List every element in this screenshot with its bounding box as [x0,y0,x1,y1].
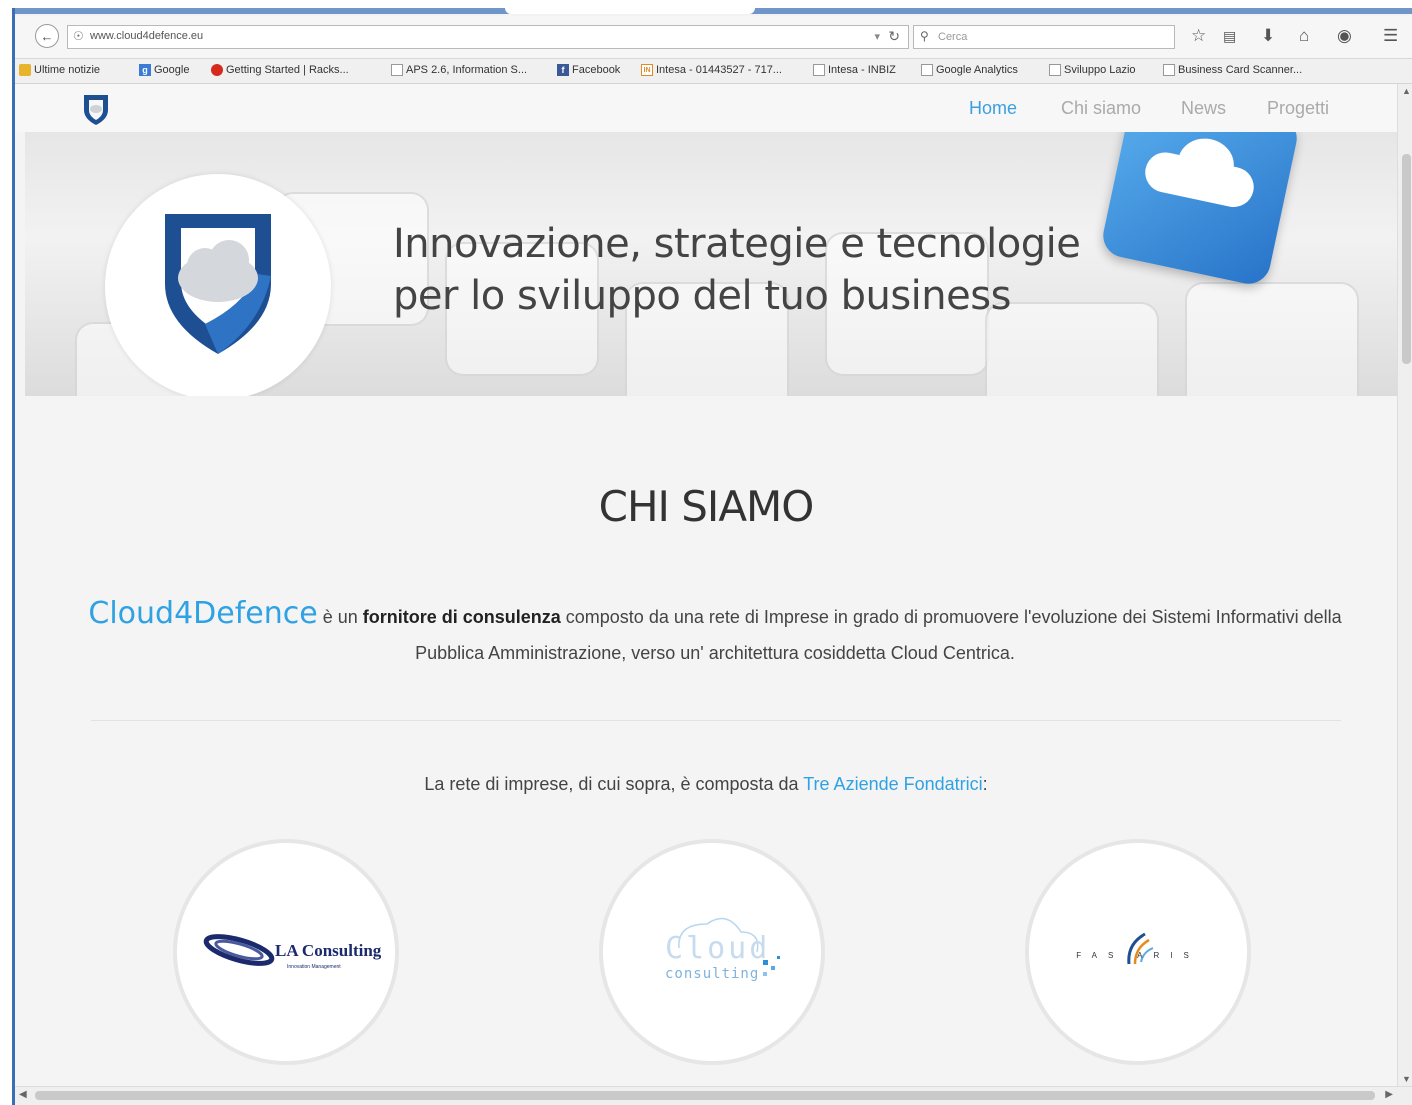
section-title: CHI SIAMO [598,482,815,531]
page-icon [391,64,403,76]
intesa-icon: IN [641,64,653,76]
search-input[interactable]: ⚲ Cerca [913,25,1175,49]
vertical-scrollbar[interactable]: ▲ ▼ [1397,84,1412,1086]
hero-line-1: Innovazione, strategie e tecnologie [393,221,1081,267]
menu-chi-siamo[interactable]: Chi siamo [1061,98,1141,119]
founders-link[interactable]: Tre Aziende Fondatrici [803,774,982,794]
home-icon[interactable]: ⌂ [1299,26,1309,46]
scroll-left-icon[interactable]: ◀ [19,1089,27,1100]
browser-window: ← ☉ www.cloud4defence.eu ▾ ↻ ⚲ Cerca ☆ ▤… [12,8,1412,1105]
brand-name: Cloud4Defence [88,596,318,631]
brand-logo-circle [105,174,331,396]
shield-cloud-logo-icon [165,214,271,354]
horizontal-scrollbar[interactable]: ◀ ▶ [15,1086,1412,1105]
partner-name: FAS ARIS [1076,951,1200,960]
reload-icon[interactable]: ↻ [888,28,900,45]
globe-icon: ☉ [73,29,84,43]
bookmark-item[interactable]: Intesa - INBIZ [813,64,896,76]
vertical-scroll-thumb[interactable] [1402,154,1411,364]
page-icon [1163,64,1175,76]
hero-banner: Innovazione, strategie e tecnologie per … [25,132,1397,396]
fasaris-logo-icon: FAS ARIS [1076,932,1200,965]
bookmark-item[interactable]: Ultime notizie [19,64,100,76]
partner-fasaris[interactable]: FAS ARIS [1025,839,1251,1065]
menu-progetti[interactable]: Progetti [1267,98,1329,119]
page-icon [921,64,933,76]
scroll-up-icon[interactable]: ▲ [1402,86,1411,96]
partner-cloud-consulting[interactable]: Cloud consulting [599,839,825,1065]
network-text: La rete di imprese, di cui sopra, è comp… [424,774,988,794]
partner-la-consulting[interactable]: LA Consulting Innovation Management [173,839,399,1065]
site-navbar: Home Chi siamo News Progetti [15,84,1397,132]
partner-name: LA Consulting [275,941,381,960]
bookmark-item[interactable]: f Facebook [557,64,620,76]
hero-headline: Innovazione, strategie e tecnologie per … [393,218,1081,322]
facebook-icon: f [557,64,569,76]
url-text: www.cloud4defence.eu [90,30,204,42]
scroll-right-icon[interactable]: ▶ [1385,1089,1393,1100]
intro-bold: fornitore di consulenza [362,607,561,627]
hero-line-2: per lo sviluppo del tuo business [393,273,1011,319]
menu-news[interactable]: News [1181,98,1226,119]
download-icon[interactable]: ⬇ [1261,26,1275,46]
partner-sub: Innovation Management [287,964,341,970]
menu-icon[interactable]: ☰ [1383,26,1398,46]
cloud-consulting-logo-icon: Cloud consulting [665,917,780,982]
menu-home[interactable]: Home [969,98,1017,119]
google-icon: g [139,64,151,76]
cloud-key-image [1099,132,1301,288]
partner-sub: consulting [665,966,759,982]
horizontal-scroll-thumb[interactable] [35,1091,1375,1100]
web-page: Home Chi siamo News Progetti Innovazione… [15,84,1397,1086]
bookmark-item[interactable]: Google Analytics [921,64,1018,76]
page-icon [813,64,825,76]
search-placeholder: Cerca [938,31,968,43]
intro-paragraph: Cloud4Defence è un fornitore di consulen… [88,596,1342,663]
folder-icon [19,64,31,76]
window-top-band [15,8,1412,14]
la-consulting-logo-icon: LA Consulting Innovation Management [203,934,381,970]
arrow-left-icon: ← [40,28,54,44]
bookmark-item[interactable]: Sviluppo Lazio [1049,64,1136,76]
bookmark-item[interactable]: Business Card Scanner... [1163,64,1302,76]
bookmarks-list-icon[interactable]: ▤ [1223,26,1236,46]
bookmarks-bar: Ultime notizie g Google Getting Started |… [15,59,1412,84]
url-dropdown-icon[interactable]: ▾ [874,30,880,43]
bookmark-item[interactable]: APS 2.6, Information S... [391,64,527,76]
bookmark-item[interactable]: g Google [139,64,189,76]
bookmark-item[interactable]: Getting Started | Racks... [211,64,349,76]
search-icon: ⚲ [920,29,929,43]
back-button[interactable]: ← [35,24,59,48]
bookmark-item[interactable]: IN Intesa - 01443527 - 717... [641,64,782,76]
bookmark-star-icon[interactable]: ☆ [1191,26,1206,46]
url-bar[interactable]: ☉ www.cloud4defence.eu ▾ ↻ [67,25,909,49]
section-divider [91,720,1341,721]
page-icon [1049,64,1061,76]
scroll-down-icon[interactable]: ▼ [1402,1074,1411,1084]
chat-icon[interactable]: ◉ [1337,26,1352,46]
site-logo-icon[interactable] [81,92,111,126]
opera-icon [211,64,223,76]
browser-navbar: ← ☉ www.cloud4defence.eu ▾ ↻ ⚲ Cerca ☆ ▤… [15,16,1412,59]
partner-name: Cloud [665,931,770,966]
